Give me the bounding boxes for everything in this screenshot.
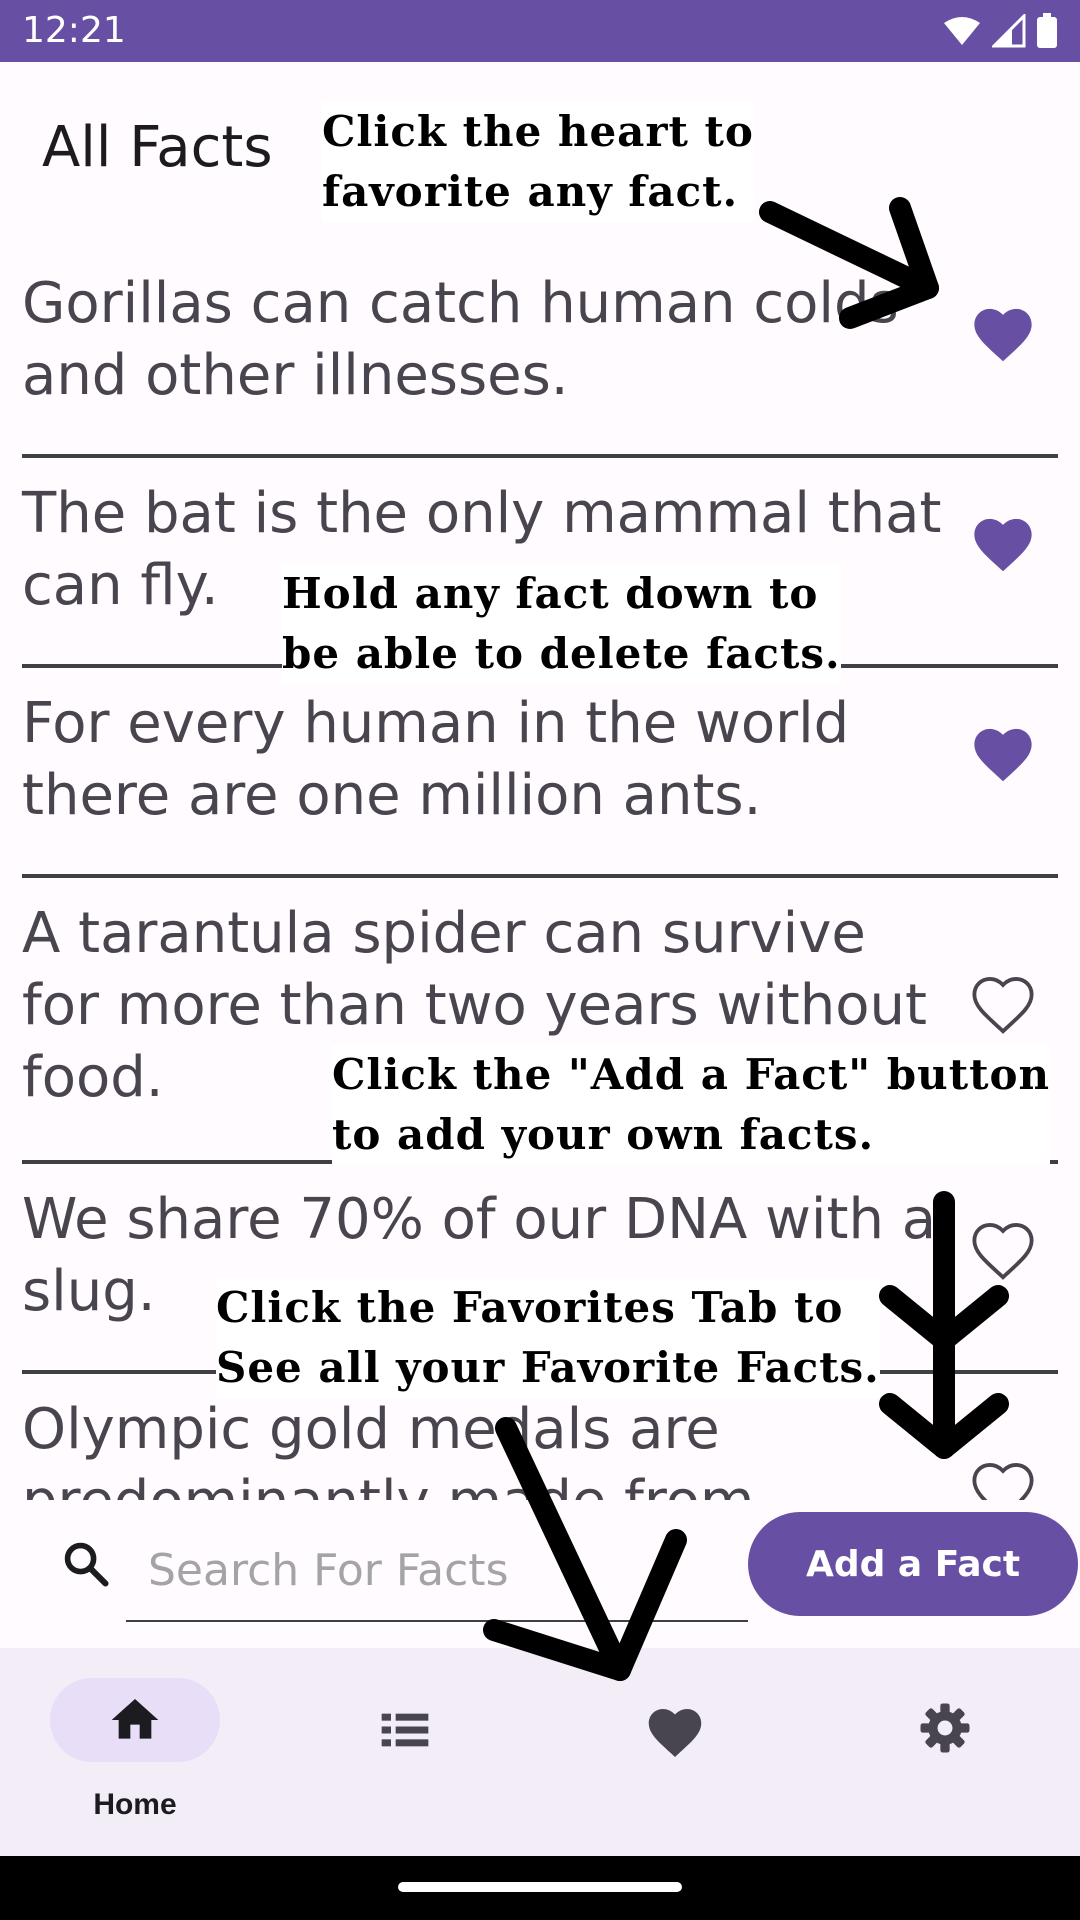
favorite-heart-icon[interactable]	[970, 304, 1036, 364]
status-time: 12:21	[22, 10, 126, 51]
nav-settings-tab[interactable]	[860, 1678, 1030, 1838]
gesture-bar	[0, 1856, 1080, 1920]
add-fact-button[interactable]: Add a Fact	[748, 1512, 1078, 1616]
fact-text: Olympic gold medals are predominantly ma…	[22, 1397, 754, 1500]
favorite-heart-icon[interactable]	[970, 514, 1036, 574]
heart-icon	[648, 1709, 702, 1757]
status-icons	[942, 12, 1058, 50]
search-input[interactable]	[126, 1520, 748, 1622]
list-icon	[381, 1713, 429, 1747]
fact-row[interactable]: For every human in the world there are o…	[22, 670, 1058, 878]
gear-icon	[920, 1703, 970, 1753]
search-icon	[64, 1542, 109, 1587]
nav-home-label: Home	[93, 1788, 177, 1821]
battery-icon	[1037, 13, 1057, 48]
nav-home-tab[interactable]: Home	[50, 1678, 220, 1838]
favorite-heart-outline-icon[interactable]	[970, 1460, 1036, 1500]
bottom-navigation: Home	[0, 1648, 1080, 1856]
status-bar: 12:21	[0, 0, 1080, 62]
home-gesture-handle[interactable]	[398, 1882, 682, 1892]
tutorial-favorites-tip: Click the Favorites Tab to See all your …	[216, 1278, 880, 1398]
fact-text: Gorillas can catch human colds and other…	[22, 271, 899, 408]
favorite-heart-outline-icon[interactable]	[970, 1220, 1036, 1280]
nav-favorites-tab[interactable]	[590, 1678, 760, 1838]
nav-list-tab[interactable]	[320, 1678, 490, 1838]
home-icon	[111, 1699, 159, 1739]
favorite-heart-outline-icon[interactable]	[970, 974, 1036, 1034]
search-bar	[42, 1510, 748, 1626]
wifi-icon	[944, 17, 980, 45]
tutorial-delete-tip: Hold any fact down to be able to delete …	[282, 564, 841, 684]
fact-row[interactable]: Gorillas can catch human colds and other…	[22, 250, 1058, 458]
tutorial-add-tip: Click the "Add a Fact" button to add you…	[332, 1045, 1051, 1165]
tutorial-heart-tip: Click the heart to favorite any fact.	[322, 102, 754, 222]
fact-text: For every human in the world there are o…	[22, 691, 850, 828]
favorite-heart-icon[interactable]	[970, 724, 1036, 784]
page-title: All Facts	[42, 115, 273, 180]
signal-icon	[992, 14, 1026, 48]
